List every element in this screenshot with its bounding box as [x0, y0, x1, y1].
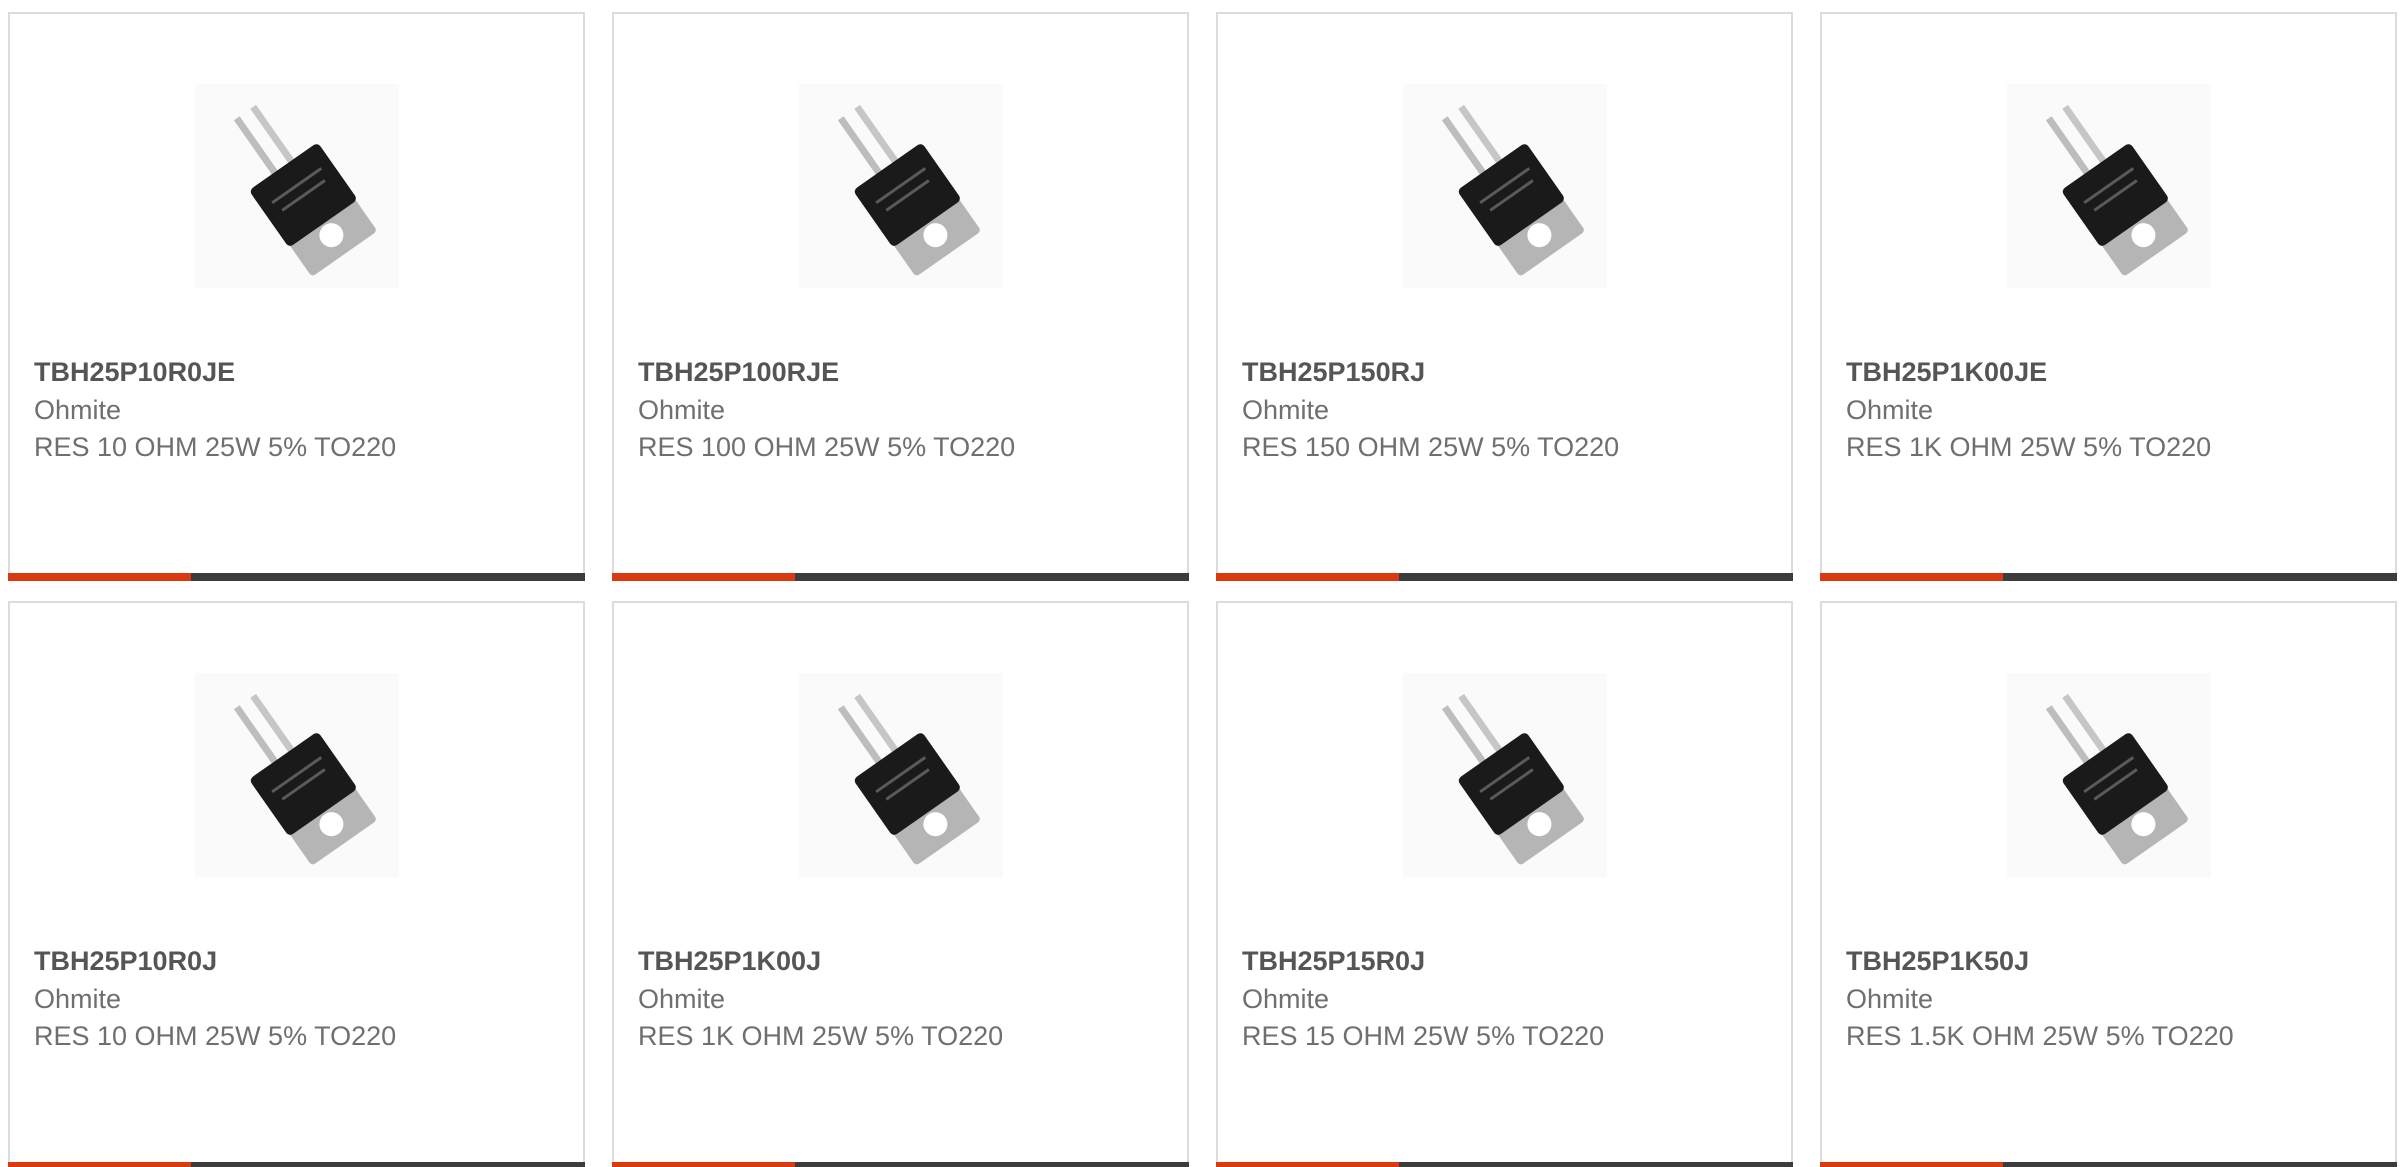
description: RES 100 OHM 25W 5% TO220	[638, 432, 1016, 462]
product-card[interactable]: TBH25P1K50J Ohmite RES 1.5K OHM 25W 5% T…	[1820, 601, 2397, 1167]
to220-resistor-icon	[1403, 84, 1607, 288]
product-card[interactable]: TBH25P10R0JE Ohmite RES 10 OHM 25W 5% TO…	[8, 12, 585, 581]
card-footer-bar	[1216, 1162, 1793, 1167]
to220-resistor-icon	[195, 673, 399, 877]
part-number[interactable]: TBH25P10R0JE	[34, 357, 235, 388]
part-number[interactable]: TBH25P150RJ	[1242, 357, 1425, 388]
to220-resistor-icon	[195, 84, 399, 288]
card-footer-bar	[8, 1162, 585, 1167]
manufacturer: Ohmite	[1846, 395, 1934, 425]
card-footer-bar	[8, 573, 585, 581]
product-card[interactable]: TBH25P10R0J Ohmite RES 10 OHM 25W 5% TO2…	[8, 601, 585, 1167]
card-footer-bar	[1820, 1162, 2397, 1167]
card-footer-bar	[1216, 573, 1793, 581]
part-number[interactable]: TBH25P1K50J	[1846, 946, 2029, 977]
card-footer-bar	[612, 1162, 1189, 1167]
product-grid: TBH25P10R0JE Ohmite RES 10 OHM 25W 5% TO…	[0, 0, 2400, 1167]
manufacturer: Ohmite	[34, 395, 122, 425]
description: RES 1.5K OHM 25W 5% TO220	[1846, 1021, 2234, 1051]
description: RES 1K OHM 25W 5% TO220	[638, 1021, 1004, 1051]
card-footer-accent	[8, 573, 191, 581]
part-number[interactable]: TBH25P10R0J	[34, 946, 217, 977]
manufacturer: Ohmite	[1846, 984, 1934, 1014]
part-number[interactable]: TBH25P1K00JE	[1846, 357, 2047, 388]
manufacturer: Ohmite	[1242, 984, 1330, 1014]
card-footer-bar	[612, 573, 1189, 581]
manufacturer: Ohmite	[1242, 395, 1330, 425]
card-footer-accent	[1820, 1162, 2003, 1167]
product-card[interactable]: TBH25P100RJE Ohmite RES 100 OHM 25W 5% T…	[612, 12, 1189, 581]
part-number[interactable]: TBH25P1K00J	[638, 946, 821, 977]
description: RES 150 OHM 25W 5% TO220	[1242, 432, 1620, 462]
manufacturer: Ohmite	[34, 984, 122, 1014]
card-footer-accent	[1216, 1162, 1399, 1167]
product-card[interactable]: TBH25P1K00JE Ohmite RES 1K OHM 25W 5% TO…	[1820, 12, 2397, 581]
card-footer-accent	[8, 1162, 191, 1167]
to220-resistor-icon	[799, 84, 1003, 288]
manufacturer: Ohmite	[638, 984, 726, 1014]
part-number[interactable]: TBH25P100RJE	[638, 357, 839, 388]
product-card[interactable]: TBH25P15R0J Ohmite RES 15 OHM 25W 5% TO2…	[1216, 601, 1793, 1167]
card-footer-accent	[612, 1162, 795, 1167]
to220-resistor-icon	[2007, 84, 2211, 288]
card-footer-accent	[1216, 573, 1399, 581]
part-number[interactable]: TBH25P15R0J	[1242, 946, 1425, 977]
manufacturer: Ohmite	[638, 395, 726, 425]
to220-resistor-icon	[799, 673, 1003, 877]
description: RES 1K OHM 25W 5% TO220	[1846, 432, 2212, 462]
card-footer-accent	[1820, 573, 2003, 581]
to220-resistor-icon	[1403, 673, 1607, 877]
description: RES 15 OHM 25W 5% TO220	[1242, 1021, 1605, 1051]
product-card[interactable]: TBH25P1K00J Ohmite RES 1K OHM 25W 5% TO2…	[612, 601, 1189, 1167]
card-footer-accent	[612, 573, 795, 581]
card-footer-bar	[1820, 573, 2397, 581]
description: RES 10 OHM 25W 5% TO220	[34, 1021, 397, 1051]
product-card[interactable]: TBH25P150RJ Ohmite RES 150 OHM 25W 5% TO…	[1216, 12, 1793, 581]
description: RES 10 OHM 25W 5% TO220	[34, 432, 397, 462]
to220-resistor-icon	[2007, 673, 2211, 877]
